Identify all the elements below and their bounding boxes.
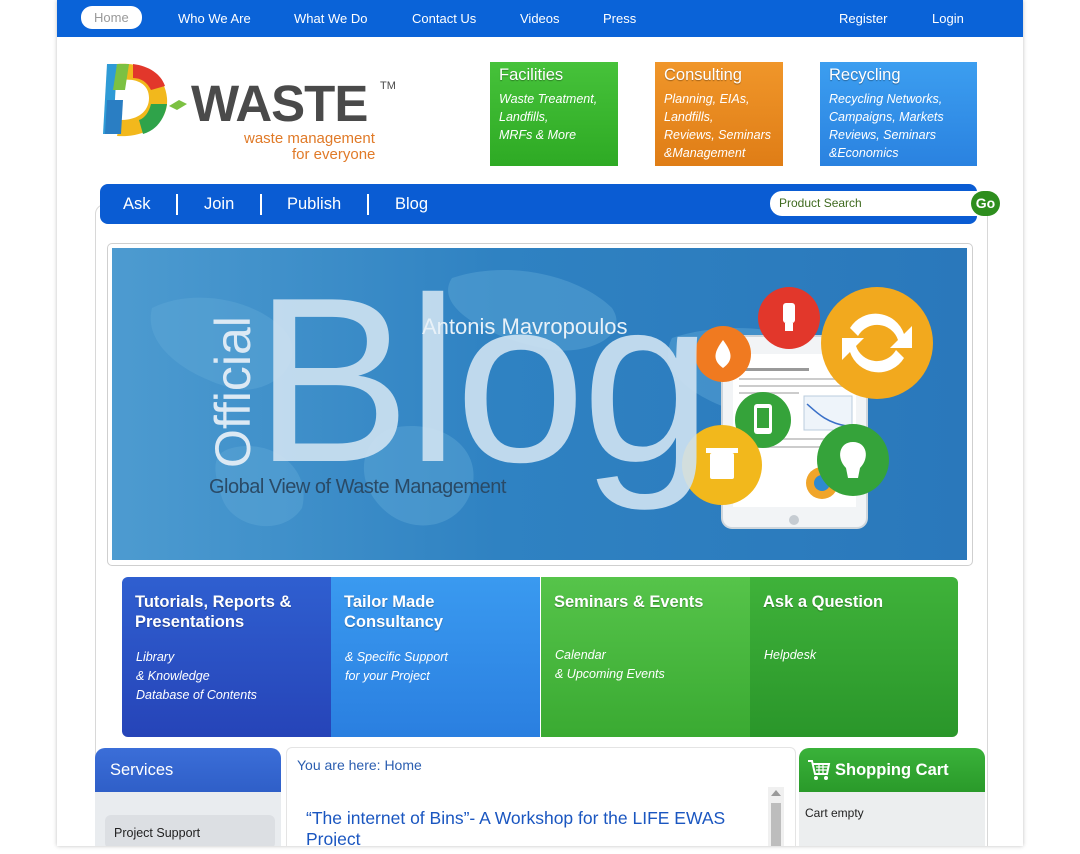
product-search-input[interactable]: [779, 195, 959, 211]
tile-consultancy-title-line2: Consultancy: [344, 613, 444, 631]
category-facilities-line: Waste Treatment,: [499, 92, 598, 106]
blog-banner[interactable]: Official Blog Antonis Mavropoulos Global…: [112, 248, 967, 560]
main-navigation-bar: Ask Join Publish Blog Go: [100, 184, 1000, 224]
category-consulting-line: &Management: [664, 146, 746, 160]
tile-consultancy-line: & Specific Support: [345, 650, 448, 664]
category-consulting-line: Planning, EIAs,: [664, 92, 750, 106]
mainnav-ask-link[interactable]: Ask: [123, 195, 151, 214]
banner-subtitle: Global View of Waste Management: [209, 476, 506, 498]
tile-ask-title: Ask a Question: [763, 593, 884, 611]
tile-seminars-line: Calendar: [555, 648, 606, 662]
category-recycling-line: Campaigns, Markets: [829, 110, 944, 124]
content-scrollbar[interactable]: [768, 787, 784, 846]
tile-seminars-title: Seminars & Events: [554, 593, 704, 611]
category-consulting-line: Landfills,: [664, 110, 714, 124]
mainnav-publish-link[interactable]: Publish: [287, 195, 341, 214]
nav-home-link[interactable]: Home: [81, 6, 142, 29]
product-search-box: Go: [770, 191, 1000, 216]
tile-tutorials-title: Tutorials, Reports & Presentations: [135, 592, 291, 632]
category-consulting-line: Reviews, Seminars: [664, 128, 771, 142]
logo-wordmark: WASTE: [191, 75, 368, 132]
mainnav-blog-link[interactable]: Blog: [395, 195, 428, 214]
category-recycling-line: Recycling Networks,: [829, 92, 943, 106]
nav-press-link[interactable]: Press: [603, 9, 636, 29]
tile-ask-question[interactable]: Ask a Question Helpdesk: [750, 577, 958, 737]
tile-tutorials-title-line1: Tutorials, Reports &: [135, 593, 292, 611]
article-title-link[interactable]: “The internet of Bins”- A Workshop for t…: [306, 808, 761, 846]
tile-consultancy-title-line1: Tailor Made: [344, 593, 435, 611]
category-recycling-title: Recycling: [829, 66, 901, 84]
tile-tutorials-line: & Knowledge: [136, 669, 210, 683]
services-header: Services: [95, 748, 281, 792]
shopping-cart-icon: [808, 760, 831, 780]
category-facilities[interactable]: Facilities Waste Treatment, Landfills, M…: [490, 62, 618, 166]
mainnav-join-link[interactable]: Join: [204, 195, 234, 214]
tile-tutorials-reports[interactable]: Tutorials, Reports & Presentations Librar…: [122, 577, 331, 737]
category-facilities-title: Facilities: [499, 66, 564, 84]
search-go-button[interactable]: Go: [971, 191, 1000, 216]
tile-ask-line: Helpdesk: [764, 648, 817, 662]
nav-what-we-do-link[interactable]: What We Do: [294, 9, 367, 29]
service-item-project-support[interactable]: Project Support: [105, 815, 275, 846]
nav-contact-us-link[interactable]: Contact Us: [412, 9, 476, 29]
logo-trademark: TM: [380, 80, 396, 92]
tile-tutorials-line: Database of Contents: [136, 688, 257, 702]
tile-tutorials-line: Library: [136, 650, 175, 664]
nav-who-we-are-link[interactable]: Who We Are: [178, 9, 251, 29]
nav-login-link[interactable]: Login: [932, 9, 964, 29]
service-item-label: Project Support: [114, 826, 201, 840]
d-waste-logo-mark-icon: [103, 63, 187, 137]
banner-author: Antonis Mavropoulos: [422, 314, 628, 339]
category-recycling[interactable]: Recycling Recycling Networks, Campaigns,…: [820, 62, 977, 166]
logo-tagline-line2: for everyone: [292, 146, 376, 163]
category-recycling-line: Reviews, Seminars: [829, 128, 936, 142]
tile-seminars-events[interactable]: Seminars & Events Calendar & Upcoming Ev…: [541, 577, 750, 737]
scroll-up-arrow-icon[interactable]: [771, 790, 781, 796]
page-container: Home Who We Are What We Do Contact Us Vi…: [57, 0, 1023, 846]
category-facilities-line: Landfills,: [499, 110, 549, 124]
breadcrumb: You are here: Home: [297, 757, 422, 773]
mainnav-separator: [260, 194, 262, 215]
banner-blog-title: Blog: [254, 248, 712, 511]
tile-tutorials-title-line2: Presentations: [135, 613, 245, 631]
mainnav-separator: [176, 194, 178, 215]
tile-tailor-made-consultancy[interactable]: Tailor Made Consultancy & Specific Suppor…: [331, 577, 540, 737]
services-title: Services: [110, 761, 174, 779]
nav-videos-link[interactable]: Videos: [520, 9, 560, 29]
category-recycling-line: &Economics: [829, 146, 899, 160]
nav-register-link[interactable]: Register: [839, 9, 887, 29]
top-navigation-bar: Home Who We Are What We Do Contact Us Vi…: [57, 0, 1023, 37]
category-facilities-line: MRFs & More: [499, 128, 577, 142]
tile-consultancy-title: Tailor Made Consultancy: [344, 592, 443, 632]
scrollbar-thumb[interactable]: [771, 803, 781, 846]
tile-consultancy-line: for your Project: [345, 669, 430, 683]
cart-status: Cart empty: [805, 806, 864, 820]
shopping-cart-header[interactable]: Shopping Cart: [799, 748, 985, 792]
category-consulting-title: Consulting: [664, 66, 742, 84]
shopping-cart-title: Shopping Cart: [835, 761, 949, 779]
mainnav-separator: [367, 194, 369, 215]
category-consulting[interactable]: Consulting Planning, EIAs, Landfills, Re…: [655, 62, 783, 166]
tile-seminars-line: & Upcoming Events: [555, 667, 665, 681]
logo-tagline-line1: waste management: [244, 130, 375, 147]
